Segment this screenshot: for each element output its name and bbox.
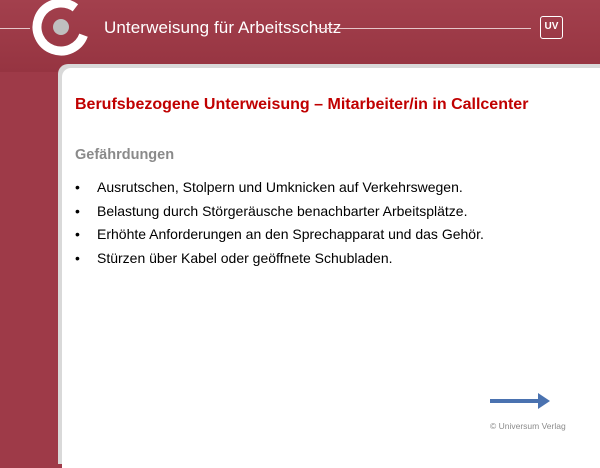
list-item-text: Stürzen über Kabel oder geöffnete Schubl… (97, 249, 393, 266)
list-item-text: Ausrutschen, Stolpern und Umknicken auf … (97, 179, 463, 195)
list-item-text: Belastung durch Störgeräusche benachbart… (97, 202, 468, 219)
list-item: • Ausrutschen, Stolpern und Umknicken auf… (75, 176, 484, 200)
header-title: Unterweisung für Arbeitsschutz (104, 18, 342, 37)
slide-title: Berufsbezogene Unterweisung – Mitarbeite… (75, 96, 529, 113)
header-divider-left (0, 28, 30, 29)
bullet-icon: • (75, 202, 80, 219)
section-heading: Gefährdungen (75, 147, 175, 163)
list-item: • Stürzen über Kabel oder geöffnete Schub… (75, 247, 484, 271)
universum-ring-logo (32, 0, 90, 56)
bullet-icon: • (75, 249, 80, 266)
uv-logo-icon: UV (540, 16, 563, 39)
bullet-icon: • (75, 226, 80, 242)
header-bar: Unterweisung für Arbeitsschutz UV (0, 0, 600, 72)
hazard-list: • Ausrutschen, Stolpern und Umknicken auf… (75, 176, 484, 270)
arrow-right-icon[interactable] (490, 392, 550, 410)
list-item-text: Erhöhte Anforderungen an den Sprechappar… (97, 226, 484, 242)
copyright-text: © Universum Verlag (490, 421, 566, 431)
header-divider (316, 28, 531, 29)
list-item: • Erhöhte Anforderungen an den Sprechappa… (75, 223, 484, 247)
bullet-icon: • (75, 179, 80, 195)
list-item: • Belastung durch Störgeräusche benachbar… (75, 200, 484, 224)
